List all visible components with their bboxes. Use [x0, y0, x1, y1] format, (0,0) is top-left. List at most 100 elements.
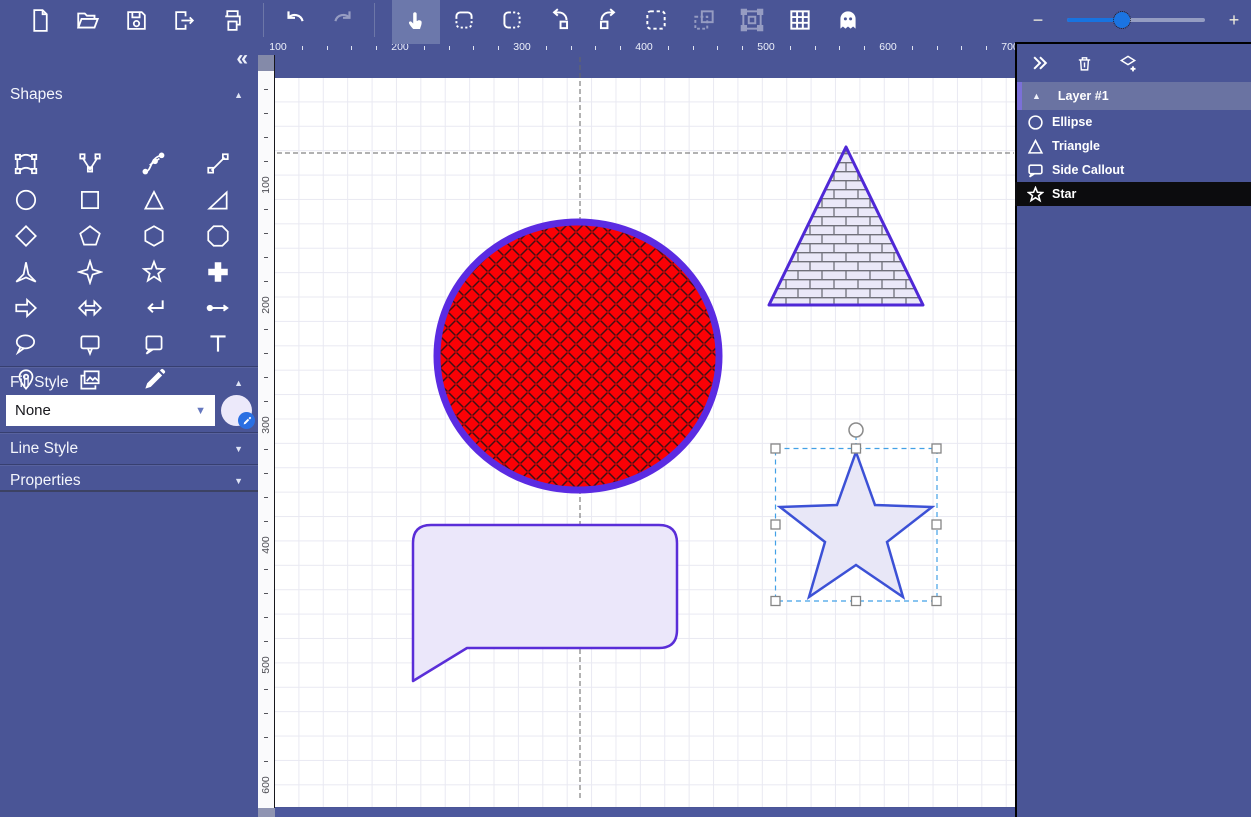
ruler-tick: [264, 593, 268, 594]
shape-tool-rect-callout[interactable]: [72, 328, 108, 360]
open-button[interactable]: [64, 0, 112, 40]
ruler-tick: [620, 46, 621, 50]
collapse-down-icon: ▼: [234, 476, 243, 486]
sidebar-divider: [0, 432, 258, 433]
zoom-control: − +: [1027, 0, 1245, 40]
delete-layer-button[interactable]: [1073, 52, 1095, 74]
new-file-button[interactable]: [16, 0, 64, 40]
ruler-tick: [264, 497, 268, 498]
shape-tool-node-edit[interactable]: [8, 148, 44, 180]
sidebar-collapse-button[interactable]: «: [236, 48, 248, 70]
ruler-tick: [864, 46, 865, 50]
shape-tool-octagon[interactable]: [200, 220, 236, 252]
open-icon: [75, 7, 101, 33]
layer-item-triangle[interactable]: Triangle: [1017, 134, 1251, 158]
shape-tool-plus[interactable]: [200, 256, 236, 288]
shape-tool-triangle[interactable]: [136, 184, 172, 216]
shape-tool-pentagon[interactable]: [72, 220, 108, 252]
shape-tool-arrow-return[interactable]: [136, 292, 172, 324]
shape-tool-arrow-right[interactable]: [8, 292, 44, 324]
flip-horizontal-button[interactable]: [488, 0, 536, 40]
paste-in-place-button: [680, 0, 728, 40]
shape-tool-right-triangle[interactable]: [200, 184, 236, 216]
ruler-tick: [264, 569, 268, 570]
shape-tool-arrow-double[interactable]: [72, 292, 108, 324]
marquee-select-button[interactable]: [632, 0, 680, 40]
zoom-in-button[interactable]: +: [1223, 0, 1245, 40]
ruler-tick: [571, 46, 572, 50]
save-icon: [124, 8, 149, 33]
grid-toggle-button[interactable]: [776, 0, 824, 40]
triangle-icon: [141, 187, 167, 213]
zoom-slider[interactable]: [1067, 18, 1205, 22]
ruler-tick: [961, 46, 962, 50]
line-icon: [205, 151, 231, 177]
fill-style-section-header[interactable]: Fill Style ▲: [0, 370, 258, 396]
shapes-header-label: Shapes: [10, 86, 63, 104]
segment-icon: [205, 295, 231, 321]
zoom-out-button[interactable]: −: [1027, 0, 1049, 40]
ruler-tick: [815, 46, 816, 50]
rotate-cw-button[interactable]: [584, 0, 632, 40]
shape-tool-hexagon[interactable]: [136, 220, 172, 252]
shape-tool-polyline[interactable]: [72, 148, 108, 180]
shape-tool-ellipse-callout[interactable]: [8, 328, 44, 360]
rectangle-icon: [77, 187, 103, 213]
right-triangle-icon: [205, 187, 231, 213]
shape-tool-ellipse[interactable]: [8, 184, 44, 216]
star-icon: [1027, 186, 1044, 203]
layer-item-side-callout[interactable]: Side Callout: [1017, 158, 1251, 182]
add-layer-button[interactable]: [1117, 52, 1139, 74]
layer-accent-stripe: [1017, 82, 1022, 110]
ghost-button[interactable]: [824, 0, 872, 40]
shape-tool-side-callout[interactable]: [136, 328, 172, 360]
ruler-tick: [302, 46, 303, 50]
sidebar-divider: [0, 366, 258, 367]
ruler-tick: [839, 46, 840, 50]
ruler-label: 500: [260, 656, 272, 674]
pointer-hand-icon: [403, 9, 429, 35]
shapes-section-header[interactable]: Shapes ▲: [0, 82, 258, 108]
panel-expand-button[interactable]: [1029, 52, 1051, 74]
shape-tool-segment[interactable]: [200, 292, 236, 324]
drawing-page[interactable]: [275, 78, 1015, 807]
layer-item-star[interactable]: Star: [1015, 182, 1251, 206]
ruler-tick: [351, 46, 352, 50]
ruler-tick: [264, 257, 268, 258]
print-button[interactable]: [208, 0, 256, 40]
ruler-tick: [264, 521, 268, 522]
zoom-slider-thumb[interactable]: [1114, 12, 1130, 28]
ellipse-icon: [13, 187, 39, 213]
shape-tool-line[interactable]: [200, 148, 236, 180]
fill-style-dropdown[interactable]: None ▼: [6, 395, 215, 426]
shape-tool-curve[interactable]: [136, 148, 172, 180]
rotate-ccw-icon: [547, 7, 573, 33]
flip-vertical-button[interactable]: [440, 0, 488, 40]
shape-tool-star4[interactable]: [72, 256, 108, 288]
layer-row[interactable]: ▲ Layer #1: [1017, 82, 1251, 110]
undo-button[interactable]: [271, 0, 319, 40]
layer-item-label: Triangle: [1052, 139, 1100, 153]
canvas-area[interactable]: 100200300400500600700 100200300400500600: [258, 40, 1015, 817]
layer-item-ellipse[interactable]: Ellipse: [1017, 110, 1251, 134]
ruler-tick: [693, 46, 694, 50]
eyedropper-button[interactable]: [238, 412, 255, 429]
shape-tool-text[interactable]: [200, 328, 236, 360]
shape-tool-star5[interactable]: [136, 256, 172, 288]
rotate-ccw-button[interactable]: [536, 0, 584, 40]
shape-tool-star3[interactable]: [8, 256, 44, 288]
shape-tool-diamond[interactable]: [8, 220, 44, 252]
shape-tool-rectangle[interactable]: [72, 184, 108, 216]
export-button[interactable]: [160, 0, 208, 40]
star4-icon: [77, 259, 103, 285]
pointer-tool-button[interactable]: [392, 0, 440, 44]
ruler-tick: [986, 46, 987, 50]
pentagon-icon: [77, 223, 103, 249]
horizontal-scrollbar[interactable]: [275, 808, 1015, 817]
ruler-tick: [264, 329, 268, 330]
ruler-label: 300: [260, 416, 272, 434]
line-style-section-header[interactable]: Line Style ▼: [0, 436, 258, 462]
save-button[interactable]: [112, 0, 160, 40]
layer-collapse-icon[interactable]: ▲: [1032, 91, 1041, 101]
ruler-tick: [264, 233, 268, 234]
